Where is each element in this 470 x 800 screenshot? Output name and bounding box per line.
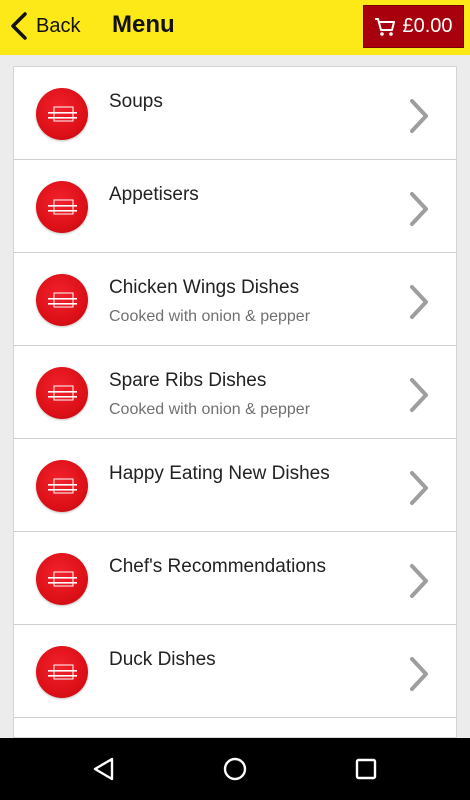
page-title: Menu <box>112 11 175 38</box>
cart-button[interactable]: £0.00 <box>363 5 464 48</box>
chevron-right-icon <box>410 657 428 691</box>
chevron-left-icon <box>11 12 27 40</box>
chevron-right-icon <box>410 192 428 226</box>
list-item-label: Duck Dishes <box>109 649 216 670</box>
list-item[interactable]: Appetisers <box>14 160 456 253</box>
chevron-right-icon <box>410 471 428 505</box>
list-item-label: Appetisers <box>109 184 199 205</box>
happy-eating-logo <box>36 181 88 233</box>
happy-eating-logo <box>36 88 88 140</box>
chevron-right-icon <box>410 378 428 412</box>
list-item[interactable]: Spare Ribs Dishes Cooked with onion & pe… <box>14 346 456 439</box>
happy-eating-logo <box>36 460 88 512</box>
happy-eating-logo <box>36 553 88 605</box>
back-label: Back <box>36 14 81 37</box>
list-item[interactable] <box>14 718 456 737</box>
header-bar: Back Menu £0.00 <box>0 0 470 55</box>
android-nav-bar <box>0 738 470 800</box>
square-recents-icon[interactable] <box>352 755 380 783</box>
list-item[interactable]: Chef's Recommendations <box>14 532 456 625</box>
list-item[interactable]: Chicken Wings Dishes Cooked with onion &… <box>14 253 456 346</box>
back-button[interactable]: Back <box>8 10 80 42</box>
happy-eating-logo <box>36 646 88 698</box>
list-item-label: Happy Eating New Dishes <box>109 463 330 484</box>
menu-category-list[interactable]: Soups Appetisers Chicken Wings Dishes Co… <box>13 66 457 738</box>
chevron-right-icon <box>410 564 428 598</box>
triangle-back-icon[interactable] <box>90 755 118 783</box>
chevron-right-icon <box>410 99 428 133</box>
happy-eating-logo <box>36 274 88 326</box>
list-item-label: Soups <box>109 91 163 112</box>
chevron-right-icon <box>410 285 428 319</box>
circle-home-icon[interactable] <box>221 755 249 783</box>
list-item-label: Spare Ribs Dishes <box>109 370 267 391</box>
list-item-subtitle: Cooked with onion & pepper <box>109 308 311 325</box>
list-item[interactable]: Happy Eating New Dishes <box>14 439 456 532</box>
list-item-label: Chicken Wings Dishes <box>109 277 300 298</box>
list-item-subtitle: Cooked with onion & pepper <box>109 401 311 418</box>
happy-eating-logo <box>36 367 88 419</box>
cart-total: £0.00 <box>402 15 453 37</box>
list-item-label: Chef's Recommendations <box>109 556 326 577</box>
list-item[interactable]: Soups <box>14 67 456 160</box>
shopping-cart-icon <box>375 17 396 36</box>
list-item[interactable]: Duck Dishes <box>14 625 456 718</box>
